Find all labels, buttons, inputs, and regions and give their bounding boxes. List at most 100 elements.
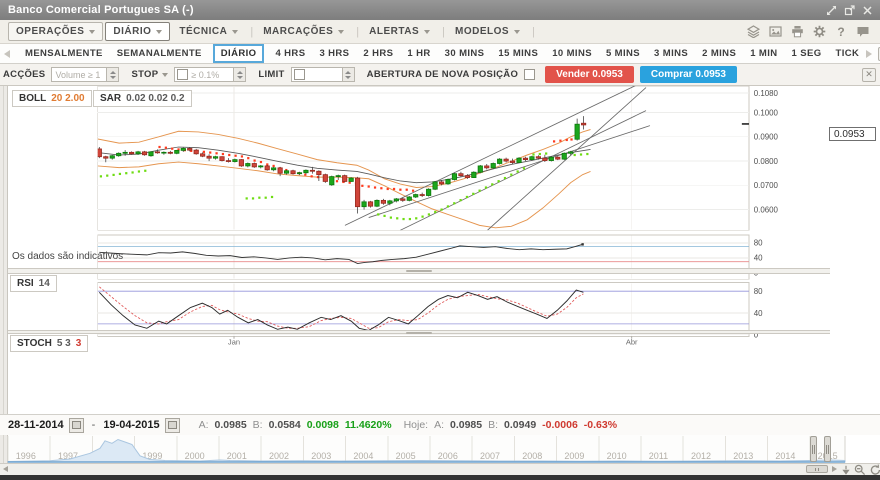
timeframe-1-seg[interactable]: 1 SEG: [792, 48, 822, 59]
candle: [252, 163, 256, 168]
title-bar: Banco Comercial Portugues SA (-): [0, 0, 880, 20]
range-change-pct: 11.4620%: [345, 419, 392, 431]
bollinger-legend[interactable]: BOLL 20 2.00: [12, 90, 92, 107]
timeframe-1-hr[interactable]: 1 HR: [407, 48, 430, 59]
calendar-to-icon[interactable]: [165, 418, 180, 433]
scroll-right-icon[interactable]: [832, 466, 837, 472]
low-label: B:: [253, 419, 263, 431]
volume-input[interactable]: Volume ≥ 1: [51, 67, 119, 82]
panel-splitter-stoch[interactable]: [8, 330, 830, 334]
timeframe-semanalmente[interactable]: SEMANALMENTE: [117, 48, 202, 59]
timeframe-2-hrs[interactable]: 2 HRS: [363, 48, 393, 59]
timeframe-1-min[interactable]: 1 MIN: [750, 48, 777, 59]
stop-checkbox[interactable]: [177, 69, 188, 80]
buy-button[interactable]: Comprar 0.0953: [640, 66, 737, 83]
chevron-down-icon: [232, 30, 238, 34]
menu-item-label: MARCAÇÕES: [263, 26, 333, 37]
stoch-axis-label: 80: [754, 287, 763, 296]
rsi-axis-label: 40: [754, 254, 763, 263]
printer-icon[interactable]: [791, 25, 804, 38]
sar-dot-red: [380, 187, 382, 189]
timeframe-mensalmente[interactable]: MENSALMENTE: [25, 48, 103, 59]
menu-item-modelos[interactable]: MODELOS: [448, 23, 527, 40]
sar-dot-green: [517, 170, 519, 172]
candle: [265, 165, 269, 171]
limit-stepper[interactable]: [342, 68, 354, 81]
sar-dot-red: [260, 161, 262, 163]
sar-dot-red: [566, 139, 568, 141]
sar-dot-green: [409, 218, 411, 220]
candle: [556, 156, 560, 160]
menu-item-operacoes[interactable]: OPERAÇÕES: [8, 22, 103, 41]
sar-dot-green: [100, 175, 102, 177]
comment-icon[interactable]: [856, 26, 870, 38]
stop-input[interactable]: ≥ 0.1%: [174, 67, 246, 82]
date-to-field[interactable]: 19-04-2015: [103, 419, 159, 431]
month-label: Abr: [626, 337, 638, 346]
limit-input[interactable]: [291, 67, 355, 82]
price-axis-label: 0.0700: [754, 181, 779, 190]
timeframe-scroll-right-icon[interactable]: [866, 50, 872, 58]
sar-dot-green: [119, 173, 121, 175]
rsi-legend[interactable]: RSI 14: [10, 275, 57, 292]
sar-dot-green: [390, 216, 392, 218]
timeframe-scroll-left-icon[interactable]: [4, 50, 10, 58]
scroll-thumb[interactable]: [806, 465, 828, 473]
help-icon[interactable]: ?: [835, 25, 847, 38]
image-icon[interactable]: [769, 25, 782, 38]
timeframe-3-mins[interactable]: 3 MINS: [654, 48, 688, 59]
panel-splitter-rsi[interactable]: [8, 268, 830, 274]
navigator-range-handle-left[interactable]: [810, 436, 817, 462]
maximize-icon[interactable]: [826, 5, 837, 16]
timeframe-5-mins[interactable]: 5 MINS: [606, 48, 640, 59]
calendar-from-icon[interactable]: [69, 418, 84, 433]
candle: [472, 171, 476, 178]
autoshift-icon[interactable]: [841, 465, 851, 476]
sar-dot-red: [361, 185, 363, 187]
order-bar-close-icon[interactable]: ✕: [862, 68, 876, 82]
sell-button[interactable]: Vender 0.0953: [545, 66, 634, 83]
date-from-field[interactable]: 28-11-2014: [8, 419, 64, 431]
settings-icon[interactable]: [813, 25, 826, 38]
navigator-year-label: 2000: [185, 451, 205, 461]
stoch-legend[interactable]: STOCH 5 3 3: [10, 335, 88, 352]
navigator-year-label: 2013: [733, 451, 753, 461]
menu-separator: |: [532, 26, 535, 38]
rsi-param: 14: [39, 278, 50, 289]
candle: [149, 151, 153, 156]
menu-item-alertas[interactable]: ALERTAS: [362, 23, 437, 40]
sar-dot-green: [510, 174, 512, 176]
timeframe-4-hrs[interactable]: 4 HRS: [275, 48, 305, 59]
sar-dot-green: [532, 153, 534, 155]
sar-dot-red: [553, 140, 555, 142]
timeframe-30-mins[interactable]: 30 MINS: [445, 48, 485, 59]
popout-icon[interactable]: [844, 5, 855, 16]
timeframe-tick[interactable]: TICK: [836, 48, 860, 59]
sar-dot-red: [311, 175, 313, 177]
timeframe-10-mins[interactable]: 10 MINS: [552, 48, 592, 59]
timeframe-15-mins[interactable]: 15 MINS: [498, 48, 538, 59]
timeframe-diario[interactable]: DIÁRIO: [213, 44, 265, 63]
sar-legend[interactable]: SAR 0.02 0.02 0.2: [93, 90, 192, 107]
timeframe-3-hrs[interactable]: 3 HRS: [319, 48, 349, 59]
scroll-left-icon[interactable]: [3, 466, 8, 472]
stop-dropdown[interactable]: STOP: [131, 69, 168, 80]
candle: [562, 152, 566, 160]
sar-dot-red: [406, 189, 408, 191]
menu-item-tecnica[interactable]: TÉCNICA: [172, 23, 245, 40]
volume-stepper[interactable]: [106, 68, 118, 81]
new-position-checkbox[interactable]: [524, 69, 535, 80]
close-icon[interactable]: [862, 5, 873, 16]
menu-item-label: OPERAÇÕES: [16, 26, 84, 37]
stop-stepper[interactable]: [233, 68, 245, 81]
menu-item-marcacoes[interactable]: MARCAÇÕES: [256, 23, 351, 40]
chevron-down-icon: [424, 30, 430, 34]
history-navigator[interactable]: 1996199719981999200020012002200320042005…: [0, 435, 880, 463]
sar-dot-red: [399, 189, 401, 191]
navigator-range-handle-right[interactable]: [824, 436, 831, 462]
stoch-axis-label: 40: [754, 309, 763, 318]
timeframe-2-mins[interactable]: 2 MINS: [702, 48, 736, 59]
layers-icon[interactable]: [747, 25, 760, 38]
menu-item-diario[interactable]: DIÁRIO: [105, 22, 170, 41]
limit-checkbox[interactable]: [294, 69, 305, 80]
